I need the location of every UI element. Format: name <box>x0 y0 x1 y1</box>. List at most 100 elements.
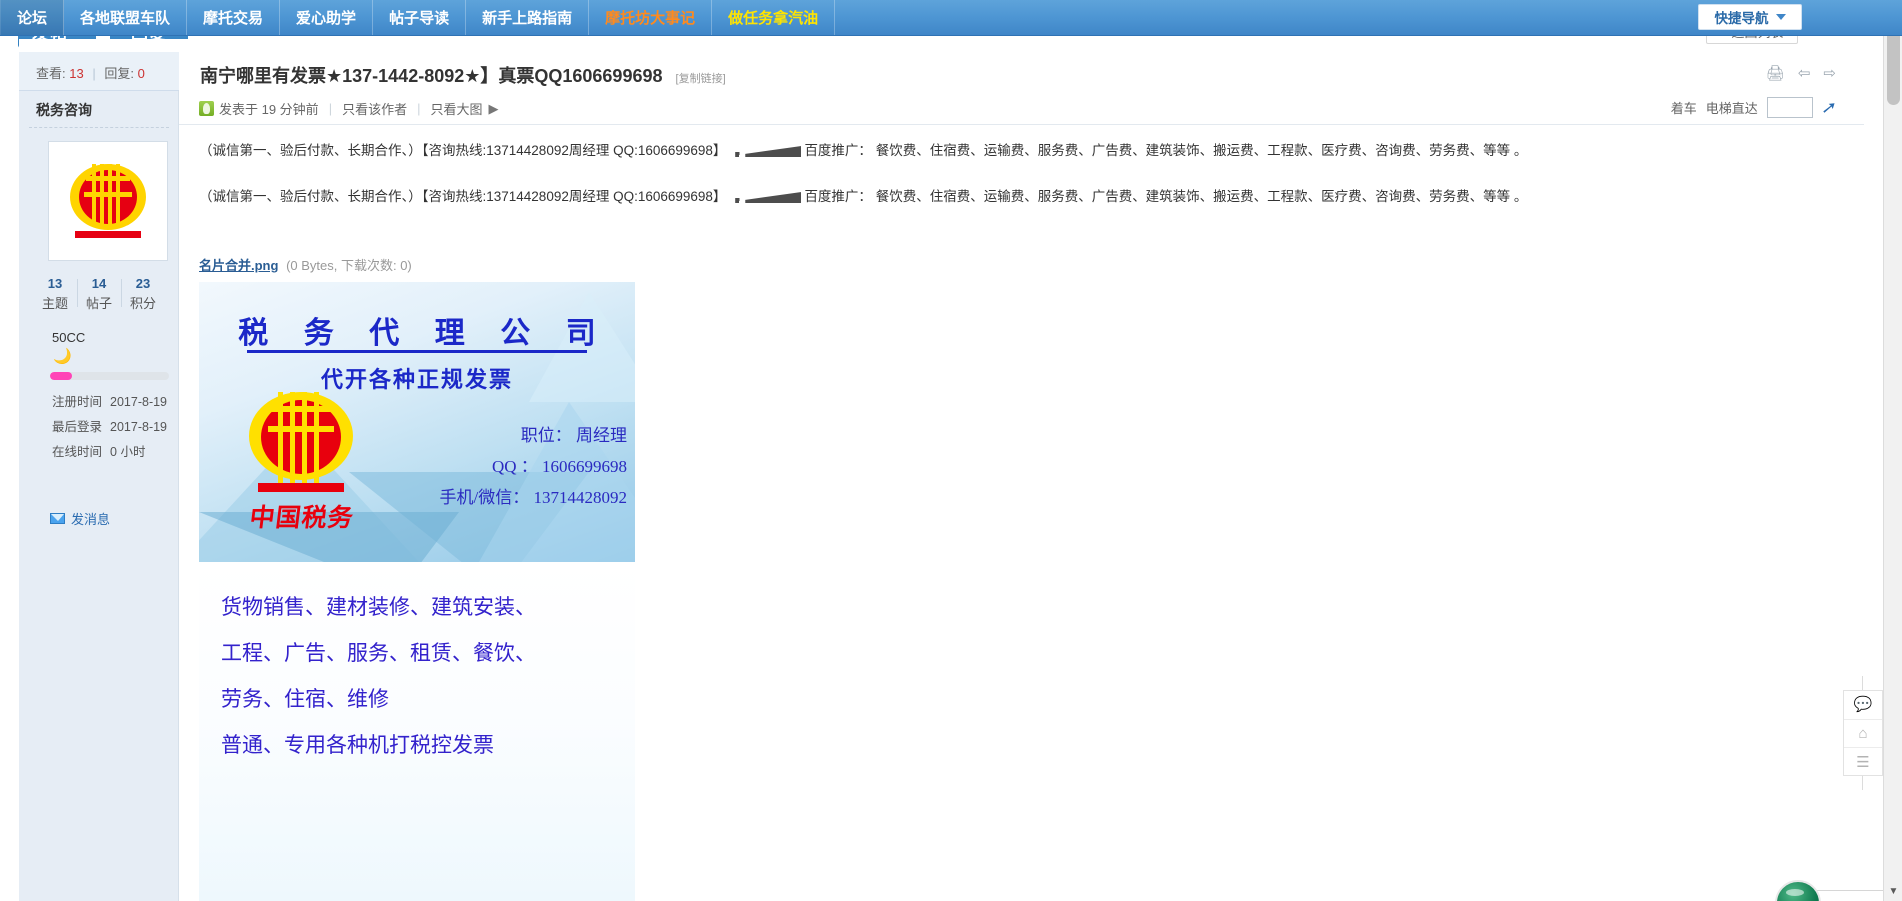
post-paragraph-suffix: 百度推广： 餐饮费、住宿费、运输费、服务费、广告费、建筑装饰、搬运费、工程款、医… <box>804 143 1528 158</box>
author-info-row: 注册时间 2017-8-19 <box>52 391 182 410</box>
page-title: 南宁哪里有发票★137-1442-8092★】真票QQ1606699698 [复… <box>200 62 726 88</box>
author-stat-value: 23 <box>135 276 151 291</box>
author-info-row: 在线时间 0 小时 <box>52 441 182 460</box>
arrow-left-icon[interactable]: ⇦ <box>1798 66 1811 81</box>
card-logo: 中国税务 <box>239 392 365 542</box>
post-paragraph-prefix: （诚信第一、验后付款、长期合作、）【咨询热线:13714428092周经理 QQ… <box>199 143 727 158</box>
nav-item-5[interactable]: 新手上路指南 <box>466 0 590 35</box>
play-arrow-icon[interactable]: ▶ <box>489 101 499 117</box>
attachment-filename-link[interactable]: 名片合并.png <box>199 258 278 273</box>
card-subheading: 代开各种正规发票 <box>320 367 513 392</box>
author-stat-label: 主题 <box>41 296 68 311</box>
author-info-label: 最后登录 <box>52 420 103 434</box>
post-title-text: 南宁哪里有发票★137-1442-8092★】真票QQ1606699698 <box>200 66 663 86</box>
printer-icon[interactable]: 🖨 <box>1766 66 1785 81</box>
quick-navigation-button[interactable]: 快捷导航 <box>1698 4 1802 30</box>
post-meta-right: 着车 电梯直达 ➚ <box>1671 97 1838 118</box>
tax-emblem-icon <box>245 392 357 496</box>
post-title-pane: 南宁哪里有发票★137-1442-8092★】真票QQ1606699698 [复… <box>179 39 1864 91</box>
author-stat-label: 积分 <box>129 296 156 311</box>
author-sidebar: 税务咨询 13 主题 14 帖子 23 积分 50CC 🌙 注册时间 2017-8-19 最后… <box>19 91 179 901</box>
back-to-top-button[interactable]: ⌂ <box>1844 720 1882 748</box>
post-header-icons: 🖨 ⇦ ⇨ <box>1766 66 1836 81</box>
author-rank-name: 50CC <box>52 330 86 345</box>
post-time: 发表于 19 分钟前 <box>219 102 319 117</box>
page-root: 论坛 › 地方车友联盟/各地视点 › 广西摩托车联盟 › 南宁哪里有发票★137… <box>0 0 1902 901</box>
card-logo-text: 中国税务 <box>248 505 356 532</box>
attachment-meta: (0 Bytes, 下载次数: 0) <box>286 258 412 273</box>
redaction-bar-icon <box>729 145 802 157</box>
nav-item-4[interactable]: 帖子导读 <box>373 0 467 35</box>
nav-item-2[interactable]: 摩托交易 <box>187 0 281 35</box>
card-service-line: 工程、广告、服务、租赁、餐饮、 <box>221 641 536 665</box>
card-contact-line: 职位： 周经理 <box>520 426 627 445</box>
author-stats: 13 主题 14 帖子 23 积分 <box>33 276 165 312</box>
elevator-label: 电梯直达 <box>1705 101 1758 116</box>
copy-link-button[interactable]: [复制链接] <box>676 73 726 85</box>
escalator-icon[interactable]: ➚ <box>1820 98 1838 118</box>
count-separator: | <box>92 66 96 81</box>
scrollbar[interactable]: ▲ ▼ <box>1883 0 1902 901</box>
post-paragraph: （诚信第一、验后付款、长期合作、）【咨询热线:13714428092周经理 QQ… <box>199 185 1527 205</box>
elevator-input[interactable] <box>1766 97 1813 118</box>
toolbar-stem <box>1862 776 1863 790</box>
attachment: 名片合并.png (0 Bytes, 下载次数: 0) <box>199 255 412 274</box>
send-message-link[interactable]: 发消息 <box>50 509 110 528</box>
view-reply-counts: 查看: 13 | 回复: 0 <box>36 63 145 82</box>
list-icon: ☰ <box>1856 753 1870 771</box>
nav-item-1[interactable]: 各地联盟车队 <box>64 0 188 35</box>
card-contact-line: 手机/微信： 13714428092 <box>439 488 627 507</box>
replies-label: 回复: <box>104 66 134 81</box>
author-name[interactable]: 税务咨询 <box>36 100 92 120</box>
tax-emblem-icon <box>65 158 151 244</box>
floating-toolbar: 💬 ⌂ ☰ <box>1843 690 1883 776</box>
author-info-value: 2017-8-19 <box>110 420 168 434</box>
meta-separator: | <box>417 101 421 116</box>
post-paragraph-suffix: 百度推广： 餐饮费、住宿费、运输费、服务费、广告费、建筑装饰、搬运费、工程款、医… <box>804 189 1528 204</box>
toolbar-stem <box>1862 676 1863 690</box>
nav-item-3[interactable]: 爱心助学 <box>280 0 374 35</box>
author-stat[interactable]: 23 积分 <box>121 276 165 312</box>
author-icon <box>199 101 214 116</box>
post-meta-bar: 发表于 19 分钟前 | 只看该作者 | 只看大图 ▶ 着车 电梯直达 ➚ <box>179 91 1864 125</box>
post-meta-left: 发表于 19 分钟前 | 只看该作者 | 只看大图 ▶ <box>199 99 499 118</box>
views-label: 查看: <box>36 66 66 81</box>
redaction-bar-icon <box>729 191 802 203</box>
card-service-line: 劳务、住宿、维修 <box>221 687 389 711</box>
post-paragraph: （诚信第一、验后付款、长期合作、）【咨询热线:13714428092周经理 QQ… <box>199 139 1527 159</box>
comment-icon: 💬 <box>1853 696 1873 714</box>
chevron-down-icon <box>1775 14 1786 20</box>
author-info-value: 0 小时 <box>110 445 146 459</box>
back-to-top-icon: ⌂ <box>1858 724 1868 742</box>
meta-separator: | <box>328 101 333 116</box>
thread-wrapper: 查看: 13 | 回复: 0 南宁哪里有发票★137-1442-8092★】真票… <box>19 39 1864 901</box>
author-stat-value: 14 <box>91 276 107 291</box>
attachment-image[interactable]: 税 务 代 理 公 司 代开各种正规发票 中国税务 职位： 周经理 QQ ： 1… <box>199 282 635 901</box>
divider <box>29 127 169 128</box>
business-card-top: 税 务 代 理 公 司 代开各种正规发票 中国税务 职位： 周经理 QQ ： 1… <box>199 282 635 562</box>
replies-count: 0 <box>137 66 145 81</box>
card-contact-line: QQ ： 1606699698 <box>491 457 627 476</box>
author-info-label: 注册时间 <box>52 395 103 409</box>
start-engine-label[interactable]: 着车 <box>1671 98 1697 117</box>
nav-item-6[interactable]: 摩托坊大事记 <box>589 0 713 35</box>
comment-button[interactable]: 💬 <box>1844 691 1882 720</box>
arrow-right-icon[interactable]: ⇨ <box>1823 66 1836 81</box>
views-count: 13 <box>69 66 84 81</box>
scrollbar-down-arrow[interactable]: ▼ <box>1884 882 1902 901</box>
avatar[interactable] <box>48 141 168 261</box>
card-service-line: 货物销售、建材装修、建筑安装、 <box>221 595 536 619</box>
quick-navigation-label: 快捷导航 <box>1714 11 1769 26</box>
nav-item-7[interactable]: 做任务拿汽油 <box>712 0 836 35</box>
post-body: （诚信第一、验后付款、长期合作、）【咨询热线:13714428092周经理 QQ… <box>179 125 1864 901</box>
top-navigation-items: 论坛 各地联盟车队 摩托交易 爱心助学 帖子导读 新手上路指南 摩托坊大事记 做任务拿汽油 <box>0 0 836 35</box>
author-stat[interactable]: 14 帖子 <box>77 276 121 312</box>
rank-progress-bar <box>50 372 169 380</box>
only-author-link[interactable]: 只看该作者 <box>342 99 407 118</box>
only-large-image-link[interactable]: 只看大图 <box>430 99 482 118</box>
moon-icon: 🌙 <box>53 348 72 365</box>
author-stat[interactable]: 13 主题 <box>33 276 77 312</box>
nav-item-0[interactable]: 论坛 <box>0 0 65 35</box>
list-button[interactable]: ☰ <box>1844 748 1882 777</box>
envelope-icon <box>50 513 65 524</box>
